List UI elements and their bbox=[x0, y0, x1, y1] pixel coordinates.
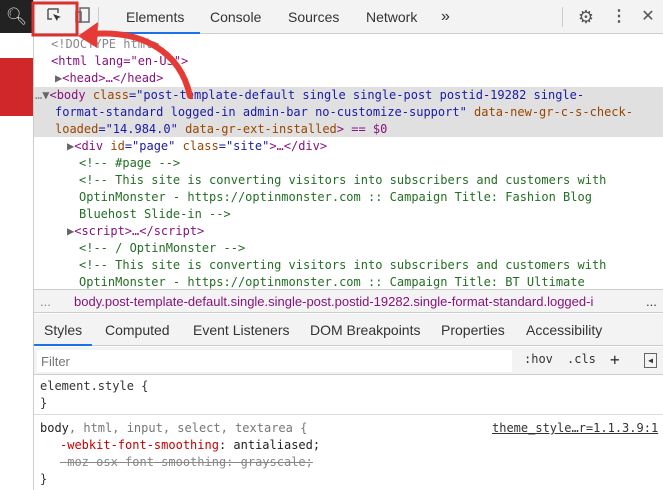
page-red-banner bbox=[0, 58, 33, 116]
styles-subtabs: Styles Computed Event Listeners DOM Brea… bbox=[34, 314, 663, 346]
comment-node[interactable]: <!-- #page --> bbox=[79, 155, 663, 172]
comment-node[interactable]: OptinMonster - https://optinmonster.com … bbox=[79, 274, 663, 289]
body-node-line-3[interactable]: loaded="14.984.0" data-gr-ext-installed>… bbox=[55, 121, 663, 138]
close-icon[interactable]: ✕ bbox=[637, 6, 659, 28]
style-property[interactable]: -webkit-font-smoothing: antialiased; bbox=[60, 437, 320, 454]
doctype-node[interactable]: <!DOCTYPE html> bbox=[51, 36, 663, 53]
inspect-element-icon[interactable] bbox=[43, 6, 65, 28]
breadcrumb-item-body[interactable]: body.post-template-default.single.single… bbox=[74, 290, 593, 312]
tab-sources[interactable]: Sources bbox=[288, 0, 339, 34]
subtab-dom-breakpoints[interactable]: DOM Breakpoints bbox=[310, 314, 420, 346]
toolbar-divider bbox=[98, 7, 99, 27]
body-node-line-1[interactable]: …▼<body class="post-template-default sin… bbox=[35, 87, 663, 104]
class-toggle[interactable]: .cls bbox=[567, 352, 596, 366]
settings-gear-icon[interactable]: ⚙ bbox=[575, 6, 597, 28]
breadcrumb-scroll-left[interactable]: ... bbox=[40, 290, 51, 312]
script-node[interactable]: ▶<script>…</script> bbox=[67, 223, 663, 240]
breadcrumb-scroll-right[interactable]: ... bbox=[646, 290, 657, 312]
toolbar-divider bbox=[562, 7, 563, 27]
rule-divider bbox=[34, 414, 663, 415]
subtab-event-listeners[interactable]: Event Listeners bbox=[193, 314, 290, 346]
rule-selector[interactable]: body, html, input, select, textarea { bbox=[40, 420, 307, 437]
breadcrumb: ... body.post-template-default.single.si… bbox=[34, 289, 663, 313]
body-node-line-2[interactable]: format-standard logged-in admin-bar no-c… bbox=[55, 104, 663, 121]
dom-tree: <!DOCTYPE html> <html lang="en-US"> ▶<he… bbox=[34, 35, 663, 289]
new-style-rule-button[interactable]: + bbox=[610, 350, 620, 369]
web-page-background: 🔍︎ bbox=[0, 0, 33, 490]
html-node[interactable]: <html lang="en-US"> bbox=[51, 53, 663, 70]
more-options-icon[interactable]: ⋮ bbox=[608, 6, 630, 28]
element-style-selector[interactable]: element.style { bbox=[40, 378, 148, 395]
head-node[interactable]: ▶<head>…</head> bbox=[55, 70, 663, 87]
subtab-properties[interactable]: Properties bbox=[441, 314, 505, 346]
devtools-toolbar: Elements Console Sources Network » ⚙ ⋮ ✕ bbox=[34, 0, 663, 34]
more-tabs-button[interactable]: » bbox=[441, 0, 450, 34]
device-toolbar-icon[interactable] bbox=[72, 6, 94, 28]
hover-state-toggle[interactable]: :hov bbox=[524, 352, 553, 366]
tab-console[interactable]: Console bbox=[210, 0, 261, 34]
styles-filter-bar: :hov .cls + ◀ bbox=[34, 347, 663, 375]
comment-node[interactable]: Bluehost Slide-in --> bbox=[79, 206, 663, 223]
search-icon[interactable]: 🔍︎ bbox=[0, 0, 33, 33]
rule-close-brace: } bbox=[40, 472, 48, 486]
subtab-styles[interactable]: Styles bbox=[34, 314, 93, 346]
devtools-panel: Elements Console Sources Network » ⚙ ⋮ ✕… bbox=[33, 0, 663, 490]
comment-node[interactable]: OptinMonster - https://optinmonster.com … bbox=[79, 189, 663, 206]
filter-input[interactable] bbox=[37, 350, 512, 372]
subtab-computed[interactable]: Computed bbox=[105, 314, 170, 346]
div-page-node[interactable]: ▶<div id="page" class="site">…</div> bbox=[67, 138, 663, 155]
tab-network[interactable]: Network bbox=[366, 0, 417, 34]
tab-elements[interactable]: Elements bbox=[110, 0, 201, 34]
toggle-sidebar-icon[interactable]: ◀ bbox=[644, 353, 657, 368]
rule-close-brace: } bbox=[40, 396, 48, 410]
comment-node[interactable]: <!-- This site is converting visitors in… bbox=[79, 257, 663, 274]
rule-source-link[interactable]: theme_style…r=1.1.3.9:1 bbox=[492, 420, 658, 437]
subtab-accessibility[interactable]: Accessibility bbox=[526, 314, 602, 346]
overridden-style-property[interactable]: -moz-osx-font-smoothing: grayscale; bbox=[60, 454, 313, 471]
comment-node[interactable]: <!-- / OptinMonster --> bbox=[79, 240, 663, 257]
comment-node[interactable]: <!-- This site is converting visitors in… bbox=[79, 172, 663, 189]
